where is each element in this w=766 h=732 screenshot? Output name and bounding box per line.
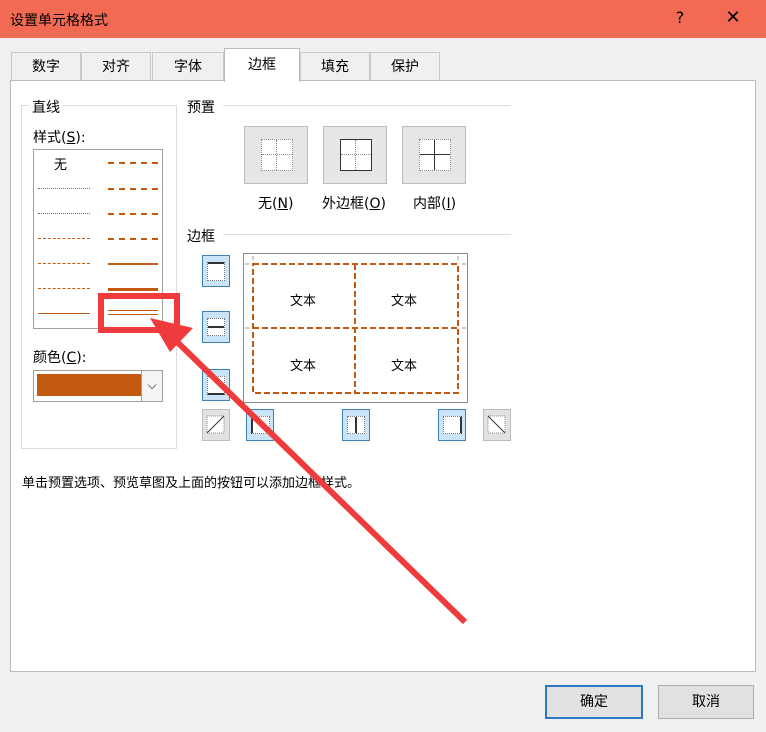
preset-inside-icon bbox=[419, 139, 451, 171]
border-inside-vertical-button[interactable] bbox=[342, 409, 370, 441]
title-bar: 设置单元格格式 ? ✕ bbox=[0, 0, 766, 38]
preset-outline-button[interactable] bbox=[323, 126, 387, 184]
tab-protection[interactable]: 保护 bbox=[370, 52, 440, 81]
hint-text: 单击预置选项、预览草图及上面的按钮可以添加边框样式。 bbox=[22, 476, 361, 491]
preset-none-button[interactable] bbox=[244, 126, 308, 184]
style-slant-dash-dot[interactable] bbox=[108, 188, 158, 190]
help-icon[interactable]: ? bbox=[668, 6, 692, 30]
border-left-icon bbox=[251, 416, 270, 434]
window-title: 设置单元格格式 bbox=[10, 13, 108, 29]
border-top-icon bbox=[207, 262, 225, 281]
style-thin[interactable] bbox=[38, 313, 90, 314]
border-right-button[interactable] bbox=[438, 409, 466, 441]
tab-fill[interactable]: 填充 bbox=[300, 52, 370, 81]
border-preview[interactable]: 文本 文本 文本 文本 bbox=[243, 253, 468, 403]
border-divider bbox=[223, 234, 511, 235]
preview-text-4: 文本 bbox=[391, 359, 418, 374]
style-medium-dashed[interactable] bbox=[108, 238, 158, 240]
border-bottom-icon bbox=[207, 376, 225, 395]
preset-outline-icon bbox=[340, 139, 372, 171]
chevron-down-icon[interactable]: ⌵ bbox=[141, 371, 162, 401]
preset-inside-button[interactable] bbox=[402, 126, 466, 184]
style-none[interactable]: 无 bbox=[54, 154, 67, 173]
style-thick[interactable] bbox=[108, 288, 158, 291]
cancel-button[interactable]: 取消 bbox=[658, 685, 754, 719]
border-inside-vertical-icon bbox=[347, 416, 365, 434]
border-section-title: 边框 bbox=[187, 229, 215, 245]
border-top-button[interactable] bbox=[202, 255, 230, 287]
style-hair[interactable] bbox=[38, 188, 90, 189]
color-dropdown[interactable]: ⌵ bbox=[33, 370, 163, 402]
border-diagonal-down-button[interactable] bbox=[483, 409, 511, 441]
style-medium-dash-dot[interactable] bbox=[108, 213, 158, 215]
border-bottom-button[interactable] bbox=[202, 369, 230, 401]
style-dash-dot-dot-thin[interactable] bbox=[38, 238, 90, 239]
color-swatch bbox=[37, 374, 141, 396]
style-label: 样式(S): bbox=[33, 130, 86, 146]
border-left-button[interactable] bbox=[246, 409, 274, 441]
border-tab-panel: 直线 样式(S): 无 颜色(C): ⌵ 预置 无(N) 外边框(O) 内部(I… bbox=[10, 80, 756, 672]
preset-outline-label: 外边框(O) bbox=[322, 196, 386, 212]
style-medium-dash-dot-dot[interactable] bbox=[108, 162, 158, 164]
tab-alignment[interactable]: 对齐 bbox=[81, 52, 151, 81]
diagonal-up-icon bbox=[206, 415, 225, 434]
color-label: 颜色(C): bbox=[33, 350, 87, 366]
preview-borders bbox=[245, 256, 466, 394]
ok-button[interactable]: 确定 bbox=[545, 685, 643, 719]
border-inside-horizontal-icon bbox=[207, 318, 225, 336]
style-dash-dot-thin[interactable] bbox=[38, 263, 90, 264]
preset-inside-label: 内部(I) bbox=[413, 196, 457, 212]
style-dotted[interactable] bbox=[38, 213, 90, 214]
tab-border[interactable]: 边框 bbox=[224, 48, 300, 82]
tab-font[interactable]: 字体 bbox=[152, 52, 224, 81]
preset-none-icon bbox=[261, 139, 293, 171]
diagonal-down-icon bbox=[487, 415, 506, 434]
preview-text-1: 文本 bbox=[290, 294, 317, 309]
preset-none-label: 无(N) bbox=[258, 196, 294, 212]
line-group-title: 直线 bbox=[29, 97, 63, 117]
border-inside-horizontal-button[interactable] bbox=[202, 311, 230, 343]
selection-highlight-box bbox=[98, 293, 180, 333]
preview-text-3: 文本 bbox=[290, 359, 317, 374]
close-icon[interactable]: ✕ bbox=[718, 6, 748, 30]
tab-number[interactable]: 数字 bbox=[11, 52, 81, 81]
border-diagonal-up-button[interactable] bbox=[202, 409, 230, 441]
presets-title: 预置 bbox=[187, 100, 215, 116]
preview-text-2: 文本 bbox=[391, 294, 418, 309]
border-right-icon bbox=[443, 416, 462, 434]
presets-divider bbox=[223, 105, 511, 106]
style-medium[interactable] bbox=[108, 263, 158, 265]
style-dashed-thin[interactable] bbox=[38, 288, 90, 289]
